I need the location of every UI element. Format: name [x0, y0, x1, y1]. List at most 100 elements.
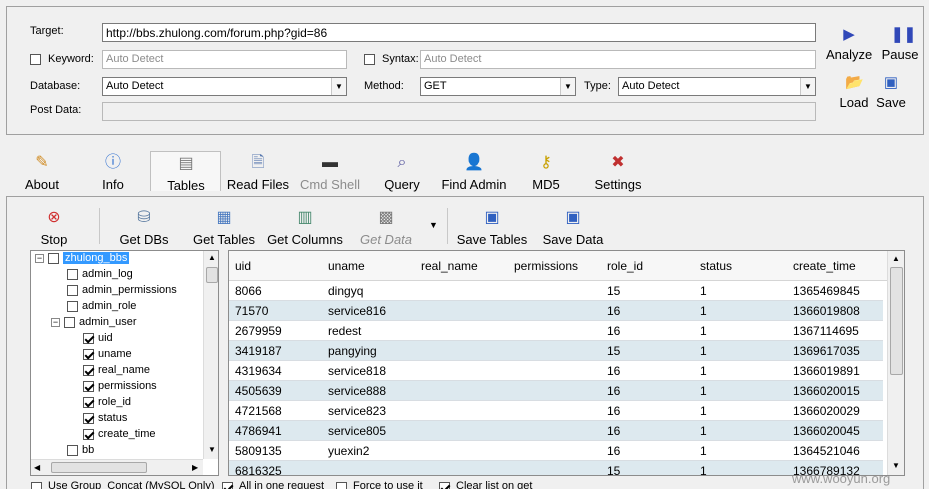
- tab-info[interactable]: ⓘ Info: [96, 153, 130, 192]
- scroll-right-icon[interactable]: ▶: [192, 463, 198, 472]
- get-data-button[interactable]: ▩ Get Data: [358, 208, 414, 247]
- scroll-up-icon[interactable]: ▲: [208, 253, 216, 262]
- tree-checkbox[interactable]: [83, 364, 94, 376]
- table-row[interactable]: 71570 service816 16 1 1366019808: [229, 301, 883, 321]
- collapse-icon[interactable]: −: [35, 253, 44, 263]
- scroll-left-icon[interactable]: ◀: [34, 463, 40, 472]
- scroll-thumb[interactable]: [206, 267, 218, 283]
- scroll-down-icon[interactable]: ▼: [892, 461, 900, 470]
- get-tables-button[interactable]: ▦ Get Tables: [190, 208, 258, 247]
- save-button[interactable]: ▣ Save: [874, 74, 908, 110]
- tree-checkbox[interactable]: [64, 316, 75, 328]
- save-tables-button[interactable]: ▣ Save Tables: [456, 208, 528, 247]
- table-icon: ▤: [178, 155, 194, 172]
- scroll-thumb[interactable]: [51, 462, 147, 473]
- group-concat-checkbox[interactable]: [31, 482, 42, 489]
- tree-node-column[interactable]: uname: [83, 348, 132, 364]
- table-cell: 1: [700, 404, 707, 418]
- database-select[interactable]: Auto Detect ▼: [102, 77, 347, 96]
- chevron-down-icon[interactable]: ▼: [331, 78, 346, 95]
- table-row[interactable]: 8066 dingyq 15 1 1365469845: [229, 281, 883, 301]
- post-data-input[interactable]: [102, 102, 816, 121]
- clear-list-checkbox[interactable]: [439, 482, 450, 489]
- tree-checkbox[interactable]: [83, 380, 94, 392]
- tree-node-column[interactable]: role_id: [83, 396, 131, 412]
- chevron-down-icon[interactable]: ▼: [560, 78, 575, 95]
- get-data-dropdown-icon[interactable]: ▼: [429, 220, 438, 230]
- keyword-checkbox[interactable]: [30, 54, 41, 65]
- tree-checkbox[interactable]: [83, 428, 94, 440]
- tree-hscrollbar[interactable]: ◀ ▶: [31, 459, 203, 475]
- syntax-checkbox[interactable]: [364, 54, 375, 65]
- db-tree[interactable]: − zhulong_bbs admin_log admin_permissions…: [30, 250, 219, 476]
- table-row[interactable]: 4505639 service888 16 1 1366020015: [229, 381, 883, 401]
- tab-cmd-shell[interactable]: ▬ Cmd Shell: [298, 153, 362, 192]
- stop-button[interactable]: ⊗ Stop: [37, 208, 71, 247]
- tree-node-table[interactable]: admin_log: [67, 268, 133, 284]
- chevron-down-icon[interactable]: ▼: [800, 78, 815, 95]
- all-in-one-checkbox[interactable]: [222, 482, 233, 489]
- scroll-down-icon[interactable]: ▼: [208, 445, 216, 454]
- table-row[interactable]: 2679959 redest 16 1 1367114695: [229, 321, 883, 341]
- analyze-button[interactable]: ▶ Analyze: [826, 26, 872, 62]
- pause-button[interactable]: ❚❚ Pause: [880, 26, 920, 62]
- table-row[interactable]: 5809135 yuexin2 16 1 1364521046: [229, 441, 883, 461]
- tree-node-table[interactable]: bb: [67, 444, 94, 460]
- tab-query[interactable]: ⌕ Query: [381, 153, 423, 192]
- method-select[interactable]: GET ▼: [420, 77, 576, 96]
- get-dbs-button[interactable]: ⛁ Get DBs: [118, 208, 170, 247]
- save-data-button[interactable]: ▣ Save Data: [542, 208, 604, 247]
- tab-settings[interactable]: ✖ Settings: [589, 153, 647, 192]
- tree-node-column[interactable]: status: [83, 412, 127, 428]
- table-row[interactable]: 6816325 15 1 1366789132: [229, 461, 883, 475]
- column-header[interactable]: uname: [328, 259, 365, 273]
- tree-node-table[interactable]: − admin_user: [51, 316, 136, 332]
- tab-read-files[interactable]: 🗎 Read Files: [226, 153, 290, 192]
- scroll-up-icon[interactable]: ▲: [892, 254, 900, 263]
- column-header[interactable]: status: [700, 259, 732, 273]
- tree-checkbox[interactable]: [48, 252, 59, 264]
- target-input[interactable]: http://bbs.zhulong.com/forum.php?gid=86: [102, 23, 816, 42]
- scroll-thumb[interactable]: [890, 267, 903, 375]
- column-header[interactable]: role_id: [607, 259, 643, 273]
- table-row[interactable]: 4721568 service823 16 1 1366020029: [229, 401, 883, 421]
- tree-checkbox[interactable]: [67, 300, 78, 312]
- data-grid[interactable]: uid uname real_name permissions role_id …: [228, 250, 905, 476]
- tree-checkbox[interactable]: [83, 412, 94, 424]
- tree-node-db[interactable]: − zhulong_bbs: [35, 252, 130, 268]
- grid-vscrollbar[interactable]: ▲ ▼: [887, 251, 904, 475]
- table-row[interactable]: 4319634 service818 16 1 1366019891: [229, 361, 883, 381]
- tree-checkbox[interactable]: [83, 396, 94, 408]
- tree-node-column[interactable]: uid: [83, 332, 113, 348]
- tab-tables[interactable]: ▤ Tables: [160, 154, 212, 193]
- tree-checkbox[interactable]: [67, 284, 78, 296]
- table-row[interactable]: 4786941 service805 16 1 1366020045: [229, 421, 883, 441]
- type-select[interactable]: Auto Detect ▼: [618, 77, 816, 96]
- tree-node-column[interactable]: real_name: [83, 364, 150, 380]
- keyword-input[interactable]: Auto Detect: [102, 50, 347, 69]
- tree-checkbox[interactable]: [83, 348, 94, 360]
- column-header[interactable]: uid: [235, 259, 251, 273]
- syntax-input[interactable]: Auto Detect: [420, 50, 816, 69]
- column-header[interactable]: real_name: [421, 259, 478, 273]
- load-button[interactable]: 📂 Load: [836, 74, 872, 110]
- tree-checkbox[interactable]: [67, 444, 78, 456]
- collapse-icon[interactable]: −: [51, 317, 60, 327]
- tree-node-column[interactable]: permissions: [83, 380, 157, 396]
- column-header[interactable]: permissions: [514, 259, 578, 273]
- table-cell: 1: [700, 324, 707, 338]
- tree-node-table[interactable]: admin_role: [67, 300, 136, 316]
- force-checkbox[interactable]: [336, 482, 347, 489]
- tab-about[interactable]: ✎ About: [20, 153, 64, 192]
- tab-find-admin[interactable]: 👤 Find Admin: [438, 153, 510, 192]
- tree-node-column[interactable]: create_time: [83, 428, 155, 444]
- table-row[interactable]: 3419187 pangying 15 1 1369617035: [229, 341, 883, 361]
- column-header[interactable]: create_time: [793, 259, 856, 273]
- tree-checkbox[interactable]: [67, 268, 78, 280]
- get-columns-button[interactable]: ▥ Get Columns: [266, 208, 344, 247]
- tree-vscrollbar[interactable]: ▲ ▼: [203, 251, 218, 459]
- tree-checkbox[interactable]: [83, 332, 94, 344]
- pen-icon: ✎: [35, 154, 49, 171]
- tree-node-table[interactable]: admin_permissions: [67, 284, 177, 300]
- tab-md5[interactable]: ⚷ MD5: [527, 153, 565, 192]
